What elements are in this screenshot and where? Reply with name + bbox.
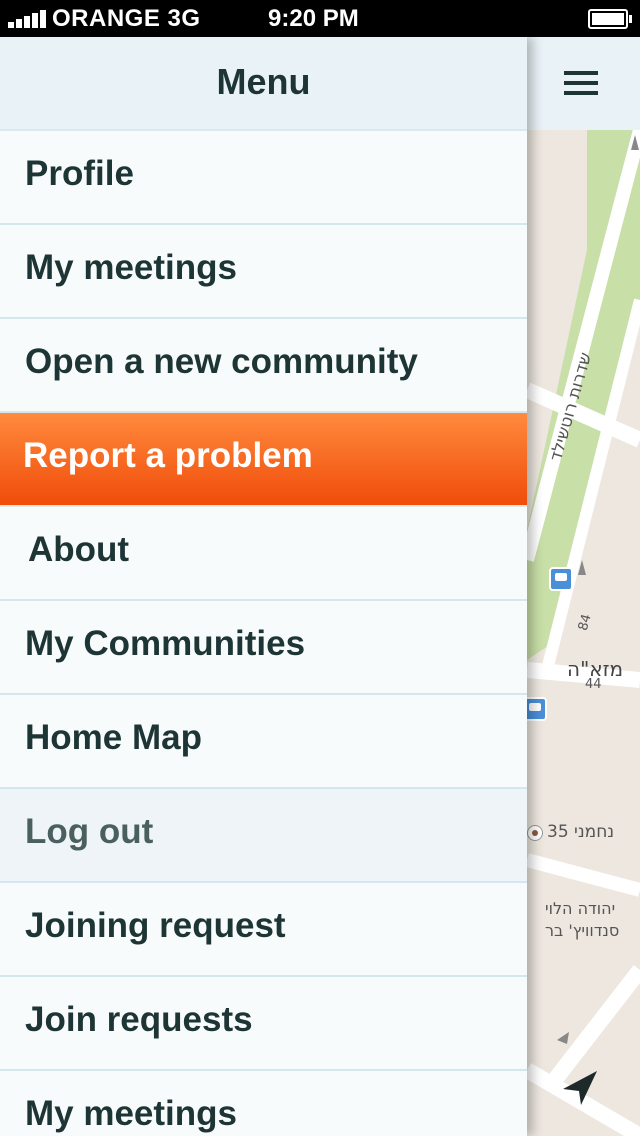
menu-item-label: Home Map [25, 718, 202, 757]
side-menu: Menu Profile My meetings Open a new comm… [0, 37, 527, 1136]
menu-item-label: My meetings [25, 248, 237, 287]
menu-item-label: Profile [25, 154, 134, 193]
menu-title: Menu [216, 61, 311, 102]
map-navbar [527, 37, 640, 130]
menu-item-my-meetings[interactable]: My meetings [0, 225, 527, 319]
menu-item-open-new-community[interactable]: Open a new community [0, 319, 527, 413]
address-label: נחמני 35 [547, 822, 615, 842]
menu-item-label: My meetings [25, 1094, 237, 1133]
menu-item-my-communities[interactable]: My Communities [0, 601, 527, 695]
menu-item-about[interactable]: About [0, 507, 527, 601]
house-number-label: 44 [585, 677, 602, 692]
menu-item-label: Joining request [25, 906, 286, 945]
menu-item-label: Log out [25, 812, 154, 851]
bus-stop-icon[interactable] [527, 697, 547, 721]
signal-strength-icon [8, 10, 48, 28]
menu-item-label: About [28, 530, 130, 569]
battery-icon [588, 9, 632, 29]
carrier-label: ORANGE 3G [52, 5, 201, 32]
menu-item-label: Open a new community [25, 342, 418, 381]
status-bar: ORANGE 3G 9:20 PM [0, 0, 640, 37]
menu-header: Menu [0, 37, 527, 131]
navigation-arrow-icon[interactable] [563, 1071, 599, 1107]
menu-item-label: My Communities [25, 624, 306, 663]
menu-icon[interactable] [564, 71, 598, 95]
menu-item-report-problem[interactable]: Report a problem [0, 413, 527, 507]
clock: 9:20 PM [268, 5, 359, 32]
poi-label: סנדוויץ' בר [545, 921, 620, 940]
menu-item-label: Join requests [25, 1000, 253, 1039]
map-streets [527, 130, 640, 1136]
menu-item-joining-request[interactable]: Joining request [0, 883, 527, 977]
menu-item-log-out[interactable]: Log out [0, 789, 527, 883]
menu-item-join-requests[interactable]: Join requests [0, 977, 527, 1071]
menu-item-my-meetings-2[interactable]: My meetings [0, 1071, 527, 1136]
bus-stop-icon[interactable] [549, 567, 573, 591]
map-view[interactable]: שדרות רוטשילד 84 מזא"ה 44 נחמני 35 יהודה… [527, 37, 640, 1136]
poi-label: יהודה הלוי [545, 899, 616, 918]
menu-item-home-map[interactable]: Home Map [0, 695, 527, 789]
menu-item-label: Report a problem [23, 436, 313, 475]
menu-item-profile[interactable]: Profile [0, 131, 527, 225]
poi-icon[interactable] [527, 825, 543, 841]
